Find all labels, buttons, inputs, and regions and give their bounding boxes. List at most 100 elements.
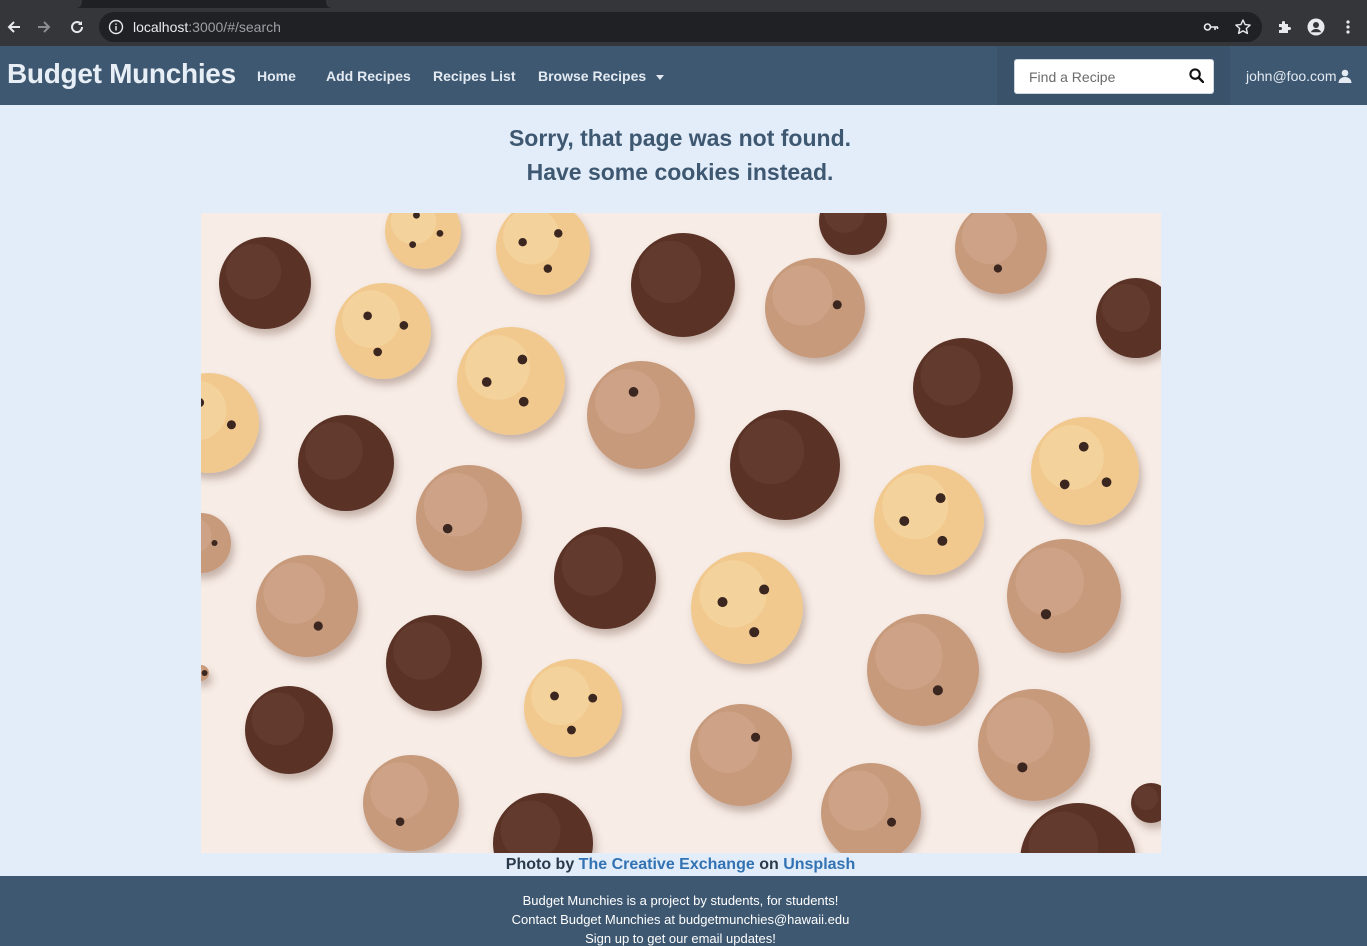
cookie-highlight (393, 622, 451, 680)
cookies-photo (201, 213, 1161, 853)
photographer-link[interactable]: The Creative Exchange (579, 856, 755, 873)
cookie-highlight (370, 762, 428, 820)
chocolate-chip (395, 817, 405, 826)
browser-tabstrip (0, 0, 1367, 8)
chocolate-chip (1101, 477, 1112, 488)
cookie-highlight (1015, 547, 1084, 616)
navbar: Budget Munchies Home Add Recipes Recipes… (0, 46, 1367, 105)
browser-tab[interactable] (0, 0, 82, 8)
cookie-highlight (251, 692, 305, 746)
browser-menu-icon[interactable] (1337, 16, 1359, 38)
chocolate-chip (554, 229, 563, 238)
user-email: john@foo.com (1246, 68, 1337, 84)
chocolate-chip (567, 725, 576, 735)
chocolate-chip (887, 817, 897, 827)
cookie-highlight (882, 473, 949, 540)
search-input[interactable] (1014, 59, 1214, 94)
url-text[interactable]: localhost:3000/#/search (133, 18, 281, 36)
chocolate-chip (399, 321, 409, 330)
footer-tagline: Budget Munchies is a project by students… (522, 893, 839, 908)
cookie-highlight (638, 240, 702, 304)
chocolate-chip (1059, 479, 1070, 490)
unsplash-link[interactable]: Unsplash (783, 856, 855, 873)
cookie-highlight (465, 335, 530, 400)
cookies-illustration (201, 213, 1161, 853)
cookie-highlight (1134, 786, 1158, 810)
chocolate-chip (993, 264, 1003, 273)
browser-toolbar: localhost:3000/#/search (0, 8, 1367, 46)
cookie-highlight (1102, 284, 1150, 332)
chocolate-chip (832, 300, 842, 310)
not-found-heading: Sorry, that page was not found. Have som… (0, 121, 1360, 189)
cookie-highlight (699, 560, 767, 628)
photo-credit: Photo by The Creative Exchange on Unspla… (0, 854, 1361, 876)
heading-line-1: Sorry, that page was not found. (508, 125, 852, 151)
search-icon[interactable] (1189, 68, 1204, 83)
extensions-icon[interactable] (1273, 16, 1295, 38)
chocolate-chip (436, 229, 444, 237)
key-icon[interactable] (1203, 19, 1219, 35)
browser-tab-active[interactable] (326, 0, 1367, 8)
chocolate-chip (1078, 441, 1089, 452)
user-menu[interactable]: john@foo.com (1246, 66, 1352, 86)
url-host: localhost (133, 19, 189, 35)
cookie-highlight (595, 369, 660, 434)
footer-contact: Contact Budget Munchies at budgetmunchie… (511, 912, 850, 927)
profile-icon[interactable] (1305, 16, 1327, 38)
dropdown-caret-icon (656, 74, 665, 80)
cookie-highlight (225, 243, 282, 300)
chocolate-chip (717, 597, 728, 608)
chocolate-chip (1017, 762, 1028, 773)
chocolate-chip (935, 493, 946, 504)
forward-icon[interactable] (33, 16, 55, 38)
chocolate-chip (409, 241, 417, 249)
nav-browse-recipes[interactable]: Browse Recipes (538, 66, 665, 86)
chocolate-chip (518, 396, 529, 407)
cookie-highlight (875, 622, 943, 690)
cookie-highlight (738, 418, 805, 485)
chocolate-chip (373, 347, 382, 357)
cookie-highlight (828, 770, 889, 831)
chocolate-chip (201, 670, 208, 676)
back-icon[interactable] (3, 16, 25, 38)
bookmark-star-icon[interactable] (1234, 18, 1252, 36)
chocolate-chip (750, 732, 761, 742)
chocolate-chip (517, 354, 528, 365)
chocolate-chip (313, 621, 323, 631)
reload-icon[interactable] (66, 16, 88, 38)
footer-signup[interactable]: Sign up to get our email updates! (0, 930, 1361, 946)
chocolate-chip (759, 584, 770, 595)
chocolate-chip (543, 264, 553, 273)
site-info-icon[interactable] (108, 19, 124, 35)
credit-mid: on (759, 856, 779, 873)
user-icon (1338, 69, 1352, 83)
chocolate-chip (226, 420, 236, 430)
credit-prefix: Photo by (505, 856, 575, 873)
chocolate-chip (932, 685, 943, 696)
chocolate-chip (899, 516, 910, 526)
chocolate-chip (628, 387, 639, 397)
chocolate-chip (518, 237, 527, 247)
cookie-highlight (772, 265, 833, 326)
chocolate-chip (363, 311, 372, 321)
chocolate-chip (588, 693, 598, 703)
chocolate-chip (550, 691, 559, 701)
address-bar[interactable]: localhost:3000/#/search (99, 12, 1262, 42)
heading-line-2: Have some cookies instead. (526, 159, 834, 185)
cookie-highlight (423, 472, 488, 537)
cookie-highlight (986, 697, 1054, 765)
nav-home[interactable]: Home (257, 66, 296, 86)
cookie-highlight (531, 666, 591, 726)
chocolate-chip (937, 535, 948, 546)
footer: Budget Munchies is a project by students… (0, 876, 1367, 946)
chocolate-chip (749, 627, 760, 638)
brand-logo[interactable]: Budget Munchies (7, 57, 236, 91)
chocolate-chip (481, 377, 492, 387)
cookie-highlight (263, 562, 325, 624)
nav-recipes-list[interactable]: Recipes List (433, 66, 515, 86)
chocolate-chip (211, 540, 218, 546)
search-container (997, 46, 1230, 105)
chocolate-chip (442, 523, 453, 534)
cookie-highlight (561, 534, 623, 596)
nav-add-recipes[interactable]: Add Recipes (326, 66, 411, 86)
